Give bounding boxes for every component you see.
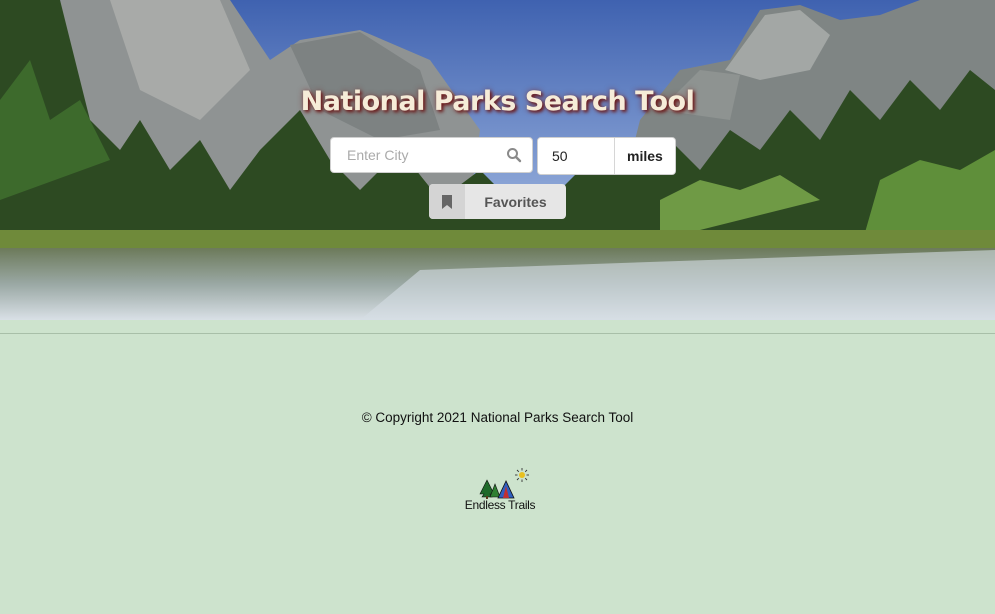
page-title: National Parks Search Tool: [300, 86, 695, 117]
radius-group: miles: [537, 137, 676, 175]
city-search-box: [330, 137, 533, 173]
bookmark-icon: [429, 184, 465, 219]
search-icon[interactable]: [506, 147, 522, 168]
hero-banner: National Parks Search Tool miles Favorit…: [0, 0, 995, 320]
radius-unit-label: miles: [615, 138, 675, 174]
search-bar: miles: [330, 137, 676, 175]
radius-input[interactable]: [538, 138, 615, 174]
sun-icon: [515, 468, 529, 482]
tree-icon: [479, 479, 501, 499]
endless-trails-logo: Endless Trails: [458, 466, 542, 516]
city-input[interactable]: [345, 146, 509, 164]
section-divider: [0, 333, 995, 334]
favorites-label: Favorites: [484, 193, 547, 210]
favorites-button[interactable]: Favorites: [429, 184, 566, 219]
logo-graphic: [479, 468, 529, 499]
tent-icon: [497, 480, 515, 499]
logo-text: Endless Trails: [464, 498, 536, 512]
copyright-text: © Copyright 2021 National Parks Search T…: [361, 410, 634, 425]
